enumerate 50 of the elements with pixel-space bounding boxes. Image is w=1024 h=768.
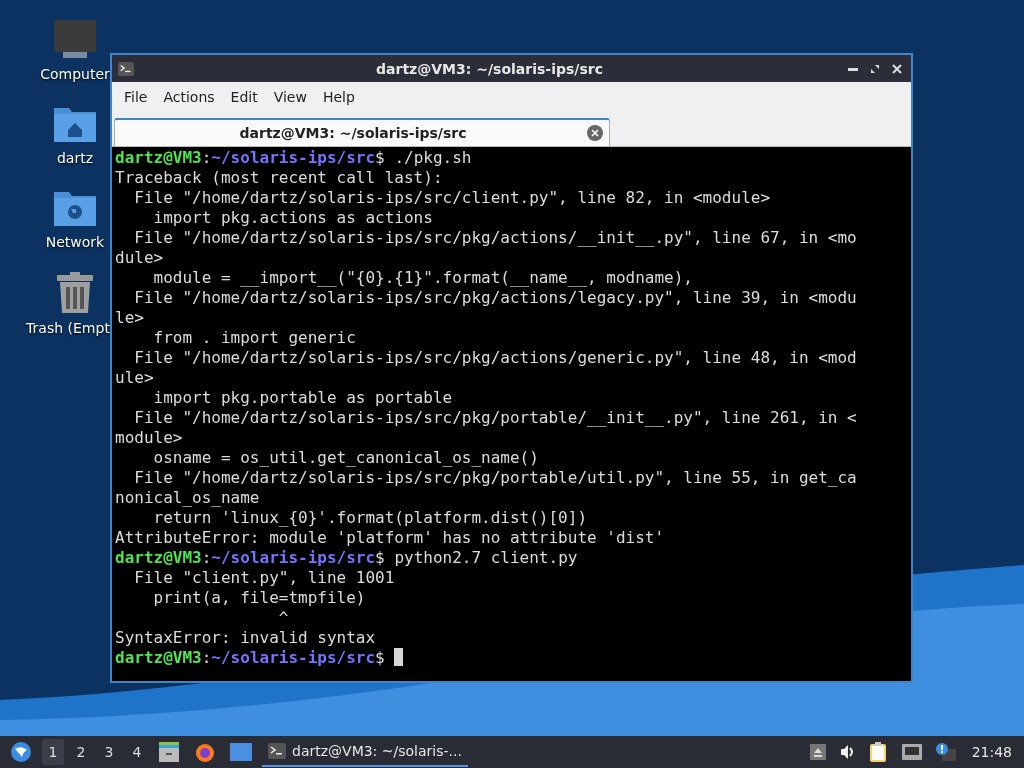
workspace-button[interactable]: 3	[98, 739, 120, 765]
desktop-icon-label: Computer	[40, 66, 110, 82]
terminal-output-line: ule>	[115, 368, 155, 388]
terminal-output-line: from . import generic	[152, 328, 357, 348]
menu-item[interactable]: Help	[314, 85, 363, 109]
terminal-output-line: File "/home/dartz/solaris-ips/src/pkg/portable/util.py", line 55, in get_ca	[133, 468, 858, 488]
terminal-output-line: File "/home/dartz/solaris-ips/src/client.py", line 82, in <module>	[133, 188, 772, 208]
terminal-output-line: module>	[115, 428, 184, 448]
taskbar-window-button[interactable]: dartz@VM3: ~/solaris-...	[262, 737, 468, 767]
terminal-output-line: print(a, file=tmpfile)	[152, 588, 367, 608]
terminal-output-line: File "/home/dartz/solaris-ips/src/pkg/portable/__init__.py", line 261, in <	[133, 408, 858, 428]
terminal-output-line: Traceback (most recent call last):	[115, 168, 444, 188]
terminal-output-line: dule>	[115, 248, 165, 268]
menu-item[interactable]: Actions	[155, 85, 223, 109]
menu-item[interactable]: Edit	[222, 85, 266, 109]
terminal-output-line: File "/home/dartz/solaris-ips/src/pkg/actions/legacy.py", line 39, in <modu	[133, 288, 858, 308]
terminal-output-line: ^	[277, 608, 290, 628]
desktop-icon-label: dartz	[56, 150, 94, 166]
workspace-button[interactable]: 1	[42, 739, 64, 765]
terminal-tab[interactable]: dartz@VM3: ~/solaris-ips/src	[114, 118, 610, 146]
terminal-output-line: nonical_os_name	[115, 488, 261, 508]
prompt-line: dartz@VM3:~/solaris-ips/src$ python2.7 client.py	[115, 548, 579, 568]
terminal-output-line: le>	[115, 308, 145, 328]
terminal-output-line: import pkg.actions as actions	[152, 208, 434, 228]
terminal-icon	[268, 742, 286, 760]
terminal-output-line: SyntaxError: invalid syntax	[115, 628, 377, 648]
terminal-output-line: File "/home/dartz/solaris-ips/src/pkg/actions/__init__.py", line 67, in <mo	[133, 228, 858, 248]
terminal-output-line: File "client.py", line 1001	[133, 568, 396, 588]
desktop-icon-label: Network	[45, 234, 105, 250]
maximize-icon[interactable]	[870, 63, 880, 74]
menu-item[interactable]: View	[265, 85, 315, 109]
trash-icon[interactable]	[55, 272, 95, 314]
terminal-output-line: AttributeError: module 'platform' has no attribute 'dist'	[115, 528, 666, 548]
menu-item[interactable]: File	[116, 85, 156, 109]
computer-icon[interactable]	[53, 20, 97, 60]
terminal-output-line: return 'linux_{0}'.format(platform.dist()[0])	[152, 508, 588, 528]
terminal-output-line: File "/home/dartz/solaris-ips/src/pkg/actions/generic.py", line 48, in <mod	[133, 348, 858, 368]
window-title: dartz@VM3: ~/solaris-ips/src	[375, 60, 604, 77]
close-icon[interactable]	[892, 63, 902, 74]
terminal-output-line: import pkg.portable as portable	[152, 388, 454, 408]
terminal-output-line: module = __import__("{0}.{1}".format(__name__, modname),	[152, 268, 694, 288]
terminal-icon	[118, 60, 134, 77]
prompt-line: dartz@VM3:~/solaris-ips/src$	[115, 648, 908, 668]
workspace-button[interactable]: 2	[70, 739, 92, 765]
close-tab-icon[interactable]	[587, 125, 603, 141]
workspace-button[interactable]: 4	[126, 739, 148, 765]
clock[interactable]: 21:48	[965, 744, 1018, 760]
desktop-icon-label: Trash (Empt	[26, 320, 110, 336]
prompt-line: dartz@VM3:~/solaris-ips/src$ ./pkg.sh	[115, 148, 473, 168]
terminal-output-line: osname = os_util.get_canonical_os_name()	[152, 448, 540, 468]
